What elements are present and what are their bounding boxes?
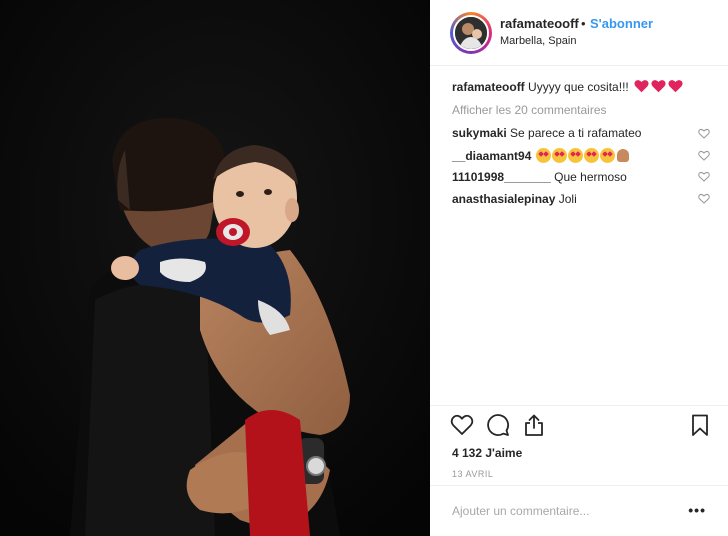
comment-item: __diaamant94 (452, 148, 630, 163)
post-side-panel: rafamateooff • S'abonner Marbella, Spain… (430, 0, 728, 536)
likes-count[interactable]: 4 132 J'aime (452, 446, 522, 460)
red-heart-icon (651, 80, 666, 93)
caption-text: Uyyyy que cosita!!! (528, 80, 629, 94)
photo-illustration (0, 0, 430, 536)
heart-eyes-emoji-icon (535, 148, 551, 163)
comment-emojis (535, 148, 630, 163)
heart-eyes-emoji-icon (567, 148, 583, 163)
like-comment-icon[interactable] (698, 150, 710, 161)
caption-emojis (634, 79, 683, 93)
comment-text: Que hermoso (554, 170, 627, 184)
comment-username[interactable]: 11101998_______ (452, 170, 551, 184)
load-more-comments-link[interactable]: Afficher les 20 commentaires (452, 103, 607, 117)
add-comment-input[interactable] (452, 504, 682, 518)
heart-eyes-emoji-icon (583, 148, 599, 163)
heart-eyes-emoji-icon (551, 148, 567, 163)
share-icon[interactable] (522, 413, 546, 437)
avatar[interactable] (450, 12, 492, 54)
add-comment-bar: ••• (430, 485, 728, 536)
bookmark-icon[interactable] (688, 413, 712, 437)
like-comment-icon[interactable] (698, 128, 710, 139)
heart-outline-icon[interactable] (450, 413, 474, 437)
comment-username[interactable]: sukymaki (452, 126, 507, 140)
location-link[interactable]: Marbella, Spain (500, 35, 576, 47)
header-username[interactable]: rafamateooff (500, 16, 579, 31)
header-separator: • (581, 16, 586, 31)
heart-eyes-emoji-icon (599, 148, 615, 163)
actions-divider (430, 405, 728, 406)
more-options-button[interactable]: ••• (688, 502, 706, 518)
like-comment-icon[interactable] (698, 193, 710, 204)
post-header: rafamateooff • S'abonner Marbella, Spain (430, 0, 728, 66)
comment-icon[interactable] (486, 413, 510, 437)
red-heart-icon (634, 80, 649, 93)
folded-hands-emoji-icon (616, 148, 630, 163)
avatar-image (453, 15, 489, 51)
comment-item: sukymaki Se parece a ti rafamateo (452, 126, 641, 140)
comment-username[interactable]: __diaamant94 (452, 149, 531, 163)
comment-text: Se parece a ti rafamateo (510, 126, 642, 140)
comment-username[interactable]: anasthasialepinay (452, 192, 555, 206)
post-date[interactable]: 13 AVRIL (452, 469, 493, 479)
post-caption: rafamateooff Uyyyy que cosita!!! (452, 79, 683, 94)
post-photo[interactable] (0, 0, 430, 536)
follow-button[interactable]: S'abonner (590, 16, 653, 31)
red-heart-icon (668, 80, 683, 93)
like-comment-icon[interactable] (698, 171, 710, 182)
comment-item: 11101998_______ Que hermoso (452, 170, 627, 184)
instagram-post: rafamateooff • S'abonner Marbella, Spain… (0, 0, 728, 536)
comment-text: Joli (558, 192, 577, 206)
comment-item: anasthasialepinay Joli (452, 192, 577, 206)
caption-username[interactable]: rafamateooff (452, 80, 525, 94)
